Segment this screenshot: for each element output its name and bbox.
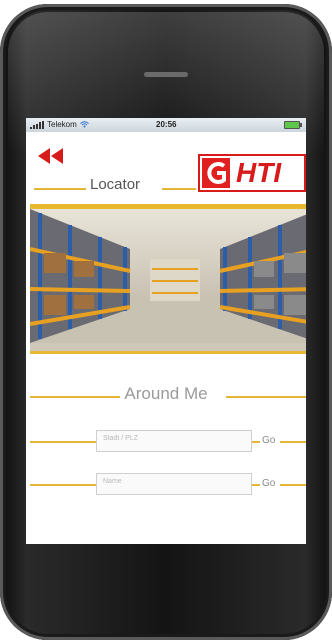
around-line-right — [226, 396, 306, 398]
speaker-grille — [144, 72, 188, 77]
screen: Telekom 20:56 Locator HTI Around Me Stad… — [26, 118, 306, 544]
hti-logo-mark-icon — [202, 158, 230, 188]
row1-line-mid — [252, 441, 260, 443]
status-bar: Telekom 20:56 — [26, 118, 306, 132]
around-me-heading: Around Me — [124, 384, 208, 403]
warehouse-illustration — [30, 209, 306, 343]
city-zip-input[interactable]: Stadt / PLZ — [96, 430, 252, 452]
row2-line-left — [30, 484, 96, 486]
title-line-right — [162, 188, 196, 190]
row2-line-mid — [252, 484, 260, 486]
wifi-icon — [79, 121, 89, 128]
go-button-name[interactable]: Go — [262, 478, 275, 489]
logo-text: HTI — [236, 157, 282, 188]
carrier-name: Telekom — [47, 120, 77, 129]
name-input[interactable]: Name — [96, 473, 252, 495]
go-button-city[interactable]: Go — [262, 435, 275, 446]
battery-icon — [284, 121, 302, 129]
row1-line-left — [30, 441, 96, 443]
bottom-bezel — [26, 544, 306, 616]
signal-bars-icon — [30, 120, 44, 129]
row1-line-right — [280, 441, 306, 443]
warehouse-image — [30, 204, 306, 354]
double-chevron-left-icon[interactable] — [38, 148, 64, 164]
title-line-left — [34, 188, 86, 190]
hti-logo: HTI — [198, 154, 306, 192]
row2-line-right — [280, 484, 306, 486]
status-time: 20:56 — [156, 120, 177, 129]
page-title: Locator — [90, 176, 141, 193]
